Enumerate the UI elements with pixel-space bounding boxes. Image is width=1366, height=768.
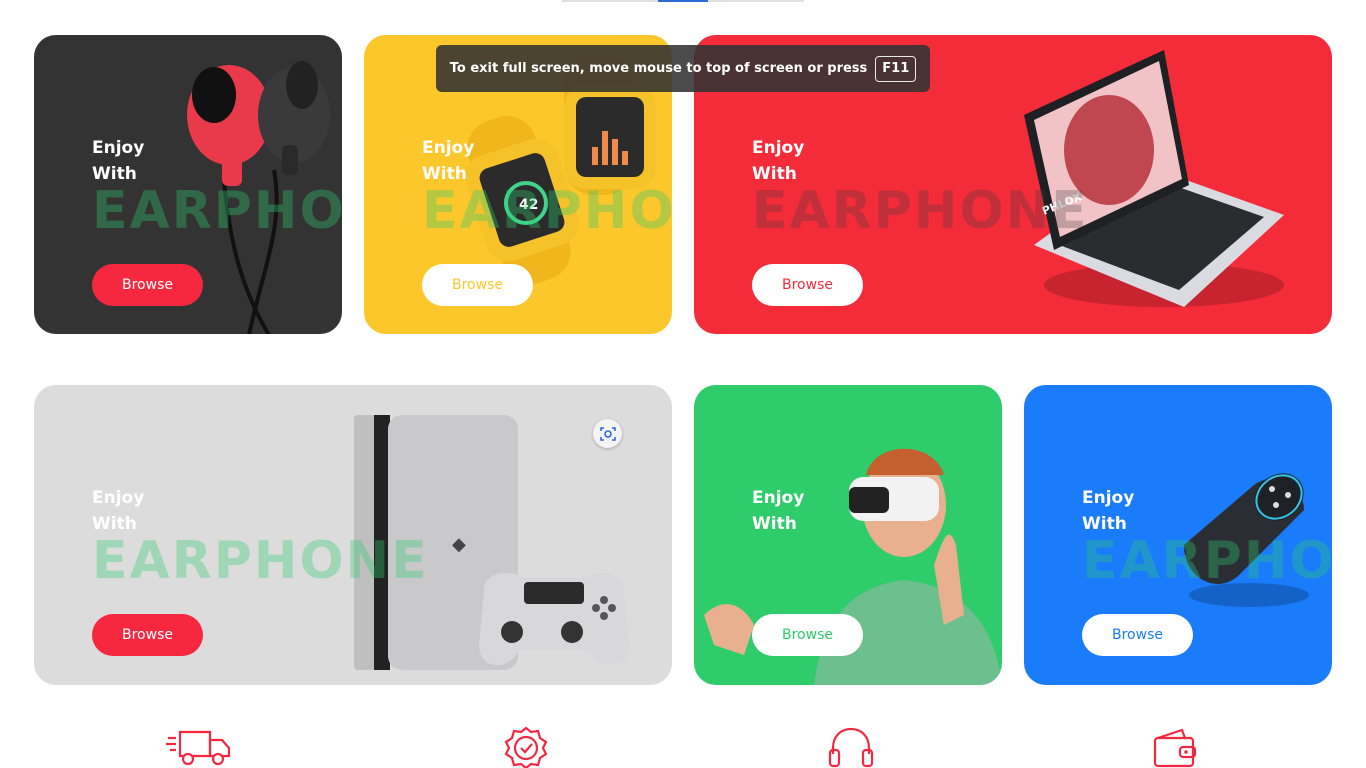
promo-card-vr: Enjoy With Browse	[694, 385, 1002, 685]
slider-indicator-active	[658, 0, 708, 2]
card-heading: Enjoy With	[752, 138, 805, 184]
laptop-image: PHLOX	[1024, 50, 1284, 307]
browse-button[interactable]: Browse	[92, 614, 203, 656]
fullscreen-exit-toast: To exit full screen, move mouse to top o…	[436, 45, 930, 92]
card-heading: Enjoy With	[1082, 488, 1135, 534]
card-heading: Enjoy With	[422, 138, 475, 184]
slider-indicator[interactable]	[562, 0, 804, 2]
promo-card-earphone: Enjoy With EARPHO Browse	[34, 35, 342, 334]
browse-button[interactable]: Browse	[422, 264, 533, 306]
lens-icon	[599, 426, 616, 441]
smart-speaker-image	[1184, 473, 1309, 607]
svg-text:42: 42	[519, 197, 538, 213]
wallet-icon	[1153, 728, 1197, 768]
game-console-image: ◆	[354, 415, 629, 670]
headphones-icon	[828, 727, 874, 768]
browse-button[interactable]: Browse	[92, 264, 203, 306]
promo-card-speaker: Enjoy With EARPHO Browse	[1024, 385, 1332, 685]
browse-button[interactable]: Browse	[1082, 614, 1193, 656]
verified-badge-icon	[504, 726, 548, 768]
card-heading: Enjoy With	[752, 488, 805, 534]
image-search-button[interactable]	[593, 419, 622, 448]
svg-text:◆: ◆	[452, 534, 466, 555]
delivery-truck-icon	[166, 730, 231, 766]
toast-key: F11	[875, 55, 917, 82]
card-heading: Enjoy With	[92, 138, 145, 184]
browse-button[interactable]: Browse	[752, 614, 863, 656]
browse-button[interactable]: Browse	[752, 264, 863, 306]
toast-message: To exit full screen, move mouse to top o…	[449, 61, 868, 76]
card-heading: Enjoy With	[92, 488, 145, 534]
promo-card-console: ◆ Enjoy With EARPHONE Browse	[34, 385, 672, 685]
